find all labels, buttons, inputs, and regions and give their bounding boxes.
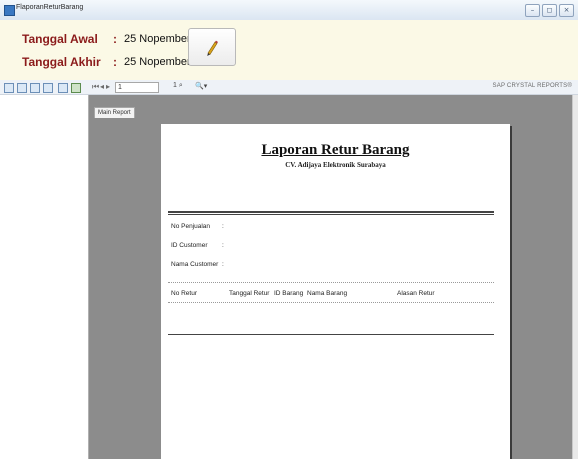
column-header-no-retur: No Retur xyxy=(171,290,198,297)
field-colon: : xyxy=(222,223,224,230)
vertical-scrollbar[interactable] xyxy=(572,95,578,459)
main-report-tab[interactable]: Main Report xyxy=(94,107,135,118)
report-title: Laporan Retur Barang xyxy=(261,142,410,158)
field-label-id-customer: ID Customer xyxy=(171,242,208,249)
window-controls: – ◻ × xyxy=(525,4,574,17)
close-button[interactable]: × xyxy=(559,4,574,17)
app-icon xyxy=(4,5,15,16)
report-footer-rule xyxy=(168,334,494,335)
next-page-icon[interactable]: ▸ xyxy=(106,82,110,91)
zoom-icon[interactable]: 🔍▾ xyxy=(195,82,207,90)
field-colon: : xyxy=(222,261,224,268)
toggle-group-tree-icon[interactable] xyxy=(58,83,68,93)
column-header-bottom-rule xyxy=(168,302,494,303)
toggle-parameter-panel-icon[interactable] xyxy=(71,83,81,93)
show-report-button[interactable] xyxy=(188,28,236,66)
header-divider xyxy=(168,211,494,213)
report-subtitle: CV. Adijaya Elektronik Surabaya xyxy=(285,161,386,169)
first-page-icon[interactable]: ⏮ xyxy=(92,82,99,92)
minimize-button[interactable]: – xyxy=(525,4,540,17)
report-viewer-toolbar: ⏮ ◂ ▸ 1 1 ⌕ 🔍▾ SAP CRYSTAL REPORTS® xyxy=(0,80,578,95)
maximize-button[interactable]: ◻ xyxy=(542,4,557,17)
column-header-top-rule xyxy=(168,282,494,283)
start-date-colon: : xyxy=(113,32,117,46)
pen-icon xyxy=(207,40,218,56)
header-divider-thin xyxy=(168,214,494,215)
previous-page-icon[interactable]: ◂ xyxy=(100,82,104,91)
end-date-colon: : xyxy=(113,55,117,69)
column-header-tanggal-retur: Tanggal Retur xyxy=(229,290,270,297)
start-date-label: Tanggal Awal xyxy=(22,32,98,46)
column-header-alasan-retur: Alasan Retur xyxy=(397,290,435,297)
copy-icon[interactable] xyxy=(43,83,53,93)
window-title: FlaporanReturBarang xyxy=(16,4,84,11)
field-label-no-penjualan: No Penjualan xyxy=(171,223,211,230)
crystal-reports-brand: SAP CRYSTAL REPORTS® xyxy=(492,83,572,89)
date-filter-panel: Tanggal Awal : 25 Nopember 2015▦▾ Tangga… xyxy=(0,20,578,80)
page-number-input[interactable]: 1 xyxy=(115,82,159,93)
export-icon[interactable] xyxy=(4,83,14,93)
group-tree-panel[interactable] xyxy=(0,95,89,459)
window-titlebar: FlaporanReturBarang – ◻ × xyxy=(0,0,578,21)
print-icon[interactable] xyxy=(17,83,27,93)
end-date-label: Tanggal Akhir xyxy=(22,55,101,69)
refresh-icon[interactable] xyxy=(30,83,40,93)
find-text-icon[interactable]: 1 ⌕ xyxy=(173,82,183,90)
field-colon: : xyxy=(222,242,224,249)
column-header-id-barang: ID Barang xyxy=(274,290,304,297)
report-page: Laporan Retur Barang CV. Adijaya Elektro… xyxy=(161,124,510,459)
field-label-nama-customer: Nama Customer xyxy=(171,261,219,268)
column-header-nama-barang: Nama Barang xyxy=(307,290,348,297)
